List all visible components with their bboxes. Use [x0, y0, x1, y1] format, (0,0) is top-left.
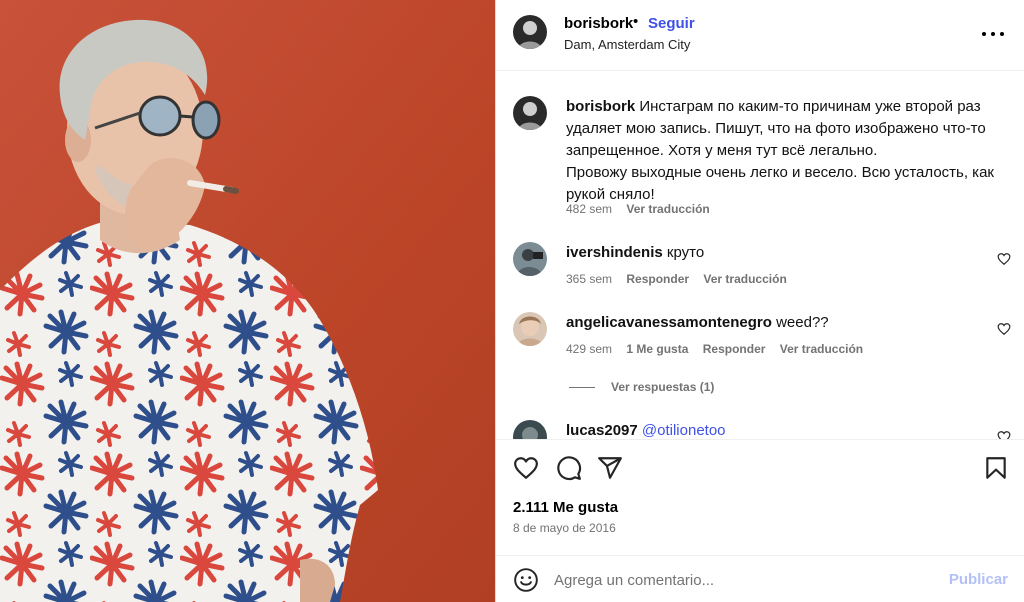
comment-input[interactable]: [554, 568, 934, 592]
more-options-icon[interactable]: [981, 24, 1005, 44]
heart-icon[interactable]: [513, 455, 539, 481]
caption-body-2: Провожу выходные очень легко и весело. В…: [566, 164, 994, 203]
commenter-avatar[interactable]: [513, 242, 547, 276]
follow-button[interactable]: Seguir: [648, 15, 695, 32]
comment-composer: Publicar: [496, 555, 1024, 602]
comment-text: ivershindenis круто: [566, 242, 996, 264]
post-side-panel: borisbork • Seguir Dam, Amsterdam City b…: [495, 0, 1024, 602]
post-header: borisbork • Seguir Dam, Amsterdam City: [496, 0, 1024, 71]
comment-body: круто: [666, 244, 705, 261]
comment-text: angelicavanessamontenegro weed??: [566, 312, 996, 334]
comment-like-count[interactable]: 1 Me gusta: [626, 342, 688, 356]
caption-username[interactable]: borisbork: [566, 98, 635, 115]
comment-username[interactable]: ivershindenis: [566, 244, 663, 261]
caption-text: borisbork Инстаграм по каким-то причинам…: [566, 96, 996, 206]
comment-like-heart-icon[interactable]: [997, 322, 1011, 336]
post-actions: 2.111 Me gusta 8 de mayo de 2016: [496, 439, 1024, 569]
photo-man-smoking: [0, 0, 495, 602]
comment-meta: 429 sem 1 Me gusta Responder Ver traducc…: [566, 342, 874, 356]
reply-button[interactable]: Responder: [703, 342, 766, 356]
post-photo: [0, 0, 495, 602]
view-replies-button[interactable]: Ver respuestas (1): [569, 380, 714, 394]
comment-meta: 365 sem Responder Ver traducción: [566, 272, 798, 286]
caption-translate-link[interactable]: Ver traducción: [626, 202, 709, 216]
separator-dot: •: [633, 13, 639, 30]
comments-section[interactable]: borisbork Инстаграм по каким-то причинам…: [496, 72, 1024, 439]
instagram-post: borisbork • Seguir Dam, Amsterdam City b…: [0, 0, 1024, 602]
comment-body: weed??: [776, 314, 829, 331]
caption-age[interactable]: 482 sem: [566, 202, 612, 216]
caption-meta: 482 sem Ver traducción: [566, 202, 721, 216]
view-replies-label: Ver respuestas (1): [611, 380, 715, 394]
translate-link[interactable]: Ver traducción: [703, 272, 786, 286]
reply-button[interactable]: Responder: [626, 272, 689, 286]
comment-mention[interactable]: @otilionetoo: [642, 422, 726, 439]
comment-username[interactable]: angelicavanessamontenegro: [566, 314, 772, 331]
post-location[interactable]: Dam, Amsterdam City: [564, 37, 690, 52]
comment-like-heart-icon[interactable]: [997, 252, 1011, 266]
smiley-icon[interactable]: [513, 567, 539, 593]
author-username[interactable]: borisbork: [564, 15, 633, 32]
author-avatar[interactable]: [513, 15, 547, 49]
translate-link[interactable]: Ver traducción: [780, 342, 863, 356]
post-date[interactable]: 8 de mayo de 2016: [513, 521, 616, 535]
bookmark-icon[interactable]: [983, 455, 1009, 481]
likes-count[interactable]: 2.111 Me gusta: [513, 499, 618, 516]
commenter-avatar[interactable]: [513, 312, 547, 346]
caption-author-avatar[interactable]: [513, 96, 547, 130]
comment-bubble-icon[interactable]: [556, 455, 582, 481]
replies-divider-line: [569, 387, 595, 389]
comment-text: lucas2097 @otilionetoo: [566, 420, 996, 439]
comment-age[interactable]: 429 sem: [566, 342, 612, 356]
commenter-avatar[interactable]: [513, 420, 547, 439]
comment-age[interactable]: 365 sem: [566, 272, 612, 286]
publish-button[interactable]: Publicar: [949, 571, 1008, 588]
comment-like-heart-icon[interactable]: [997, 430, 1011, 439]
comment-username[interactable]: lucas2097: [566, 422, 638, 439]
paper-plane-icon[interactable]: [597, 455, 623, 481]
